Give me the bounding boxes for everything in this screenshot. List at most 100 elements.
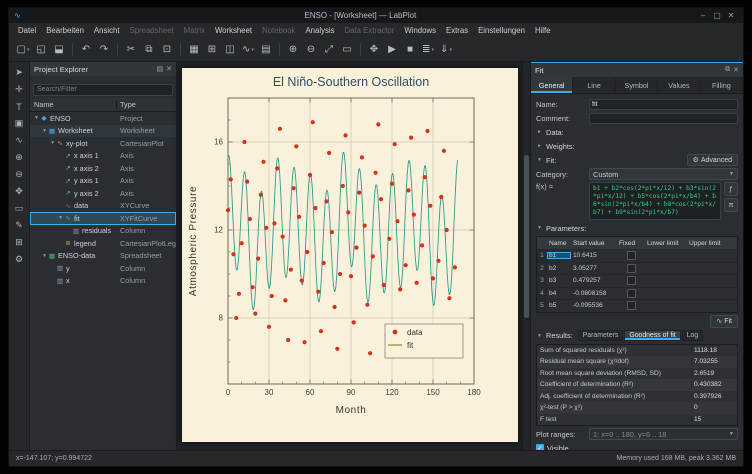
tree-item-fit[interactable]: ▾∿fitXYFitCurve (30, 212, 176, 225)
save-button[interactable]: ⬓ (50, 41, 68, 58)
tab-line[interactable]: Line (573, 77, 615, 93)
data-point[interactable] (277, 127, 281, 131)
parameter-row[interactable]: 3b30.479257 (537, 275, 737, 288)
fixed-checkbox[interactable] (627, 301, 636, 310)
parameter-row[interactable]: 5b5-0.095536 (537, 300, 737, 312)
data-point[interactable] (409, 136, 413, 140)
layout-button[interactable]: ≣▾ (419, 41, 437, 58)
menu-spreadsheet[interactable]: Spreadsheet (125, 26, 179, 35)
data-section-toggle[interactable]: ▸ Data: (536, 126, 738, 138)
insert-constant-button[interactable]: π (724, 198, 738, 212)
fixed-checkbox[interactable] (627, 276, 636, 285)
data-point[interactable] (266, 325, 270, 329)
zoom-in-button[interactable]: ⊕ (12, 151, 26, 164)
menu-hilfe[interactable]: Hilfe (530, 26, 556, 35)
expander-icon[interactable]: ▾ (41, 128, 48, 134)
fixed-checkbox[interactable] (627, 264, 636, 273)
expander-icon[interactable]: ▾ (49, 140, 56, 146)
data-point[interactable] (318, 329, 322, 333)
data-point[interactable] (395, 219, 399, 223)
add-plot-button[interactable]: ∿▾ (239, 41, 257, 58)
param-start-value-cell[interactable]: 3.05277 (571, 265, 617, 272)
data-point[interactable] (272, 221, 276, 225)
panel-menu-icon[interactable]: ▤ (157, 65, 164, 73)
panel-close-icon[interactable]: ✕ (166, 65, 172, 73)
results-section-toggle[interactable]: ▾ Results: ParametersGoodness of fitLog (536, 330, 738, 342)
data-point[interactable] (368, 351, 372, 355)
data-point[interactable] (373, 171, 377, 175)
play-button[interactable]: ▶ (383, 41, 401, 58)
data-point[interactable] (288, 268, 292, 272)
results-tab-log[interactable]: Log (682, 330, 704, 341)
comment-field[interactable] (589, 113, 738, 124)
data-point[interactable] (239, 241, 243, 245)
parameter-row[interactable]: 2b23.05277 (537, 263, 737, 276)
menu-analysis[interactable]: Analysis (300, 26, 339, 35)
data-point[interactable] (258, 193, 262, 197)
minimize-button[interactable]: – (696, 11, 710, 20)
zoom-out-button[interactable]: ⊖ (302, 41, 320, 58)
menu-worksheet[interactable]: Worksheet (210, 26, 257, 35)
add-curve-button[interactable]: ∿ (12, 134, 26, 147)
tab-values[interactable]: Values (658, 77, 700, 93)
param-start-value-cell[interactable]: -0.0808158 (571, 290, 617, 297)
data-point[interactable] (316, 290, 320, 294)
add-text-button[interactable]: T (12, 100, 26, 113)
data-point[interactable] (439, 195, 443, 199)
export-button[interactable]: ⇓▾ (437, 41, 455, 58)
data-point[interactable] (354, 246, 358, 250)
data-point[interactable] (275, 166, 279, 170)
pan-button[interactable]: ✥ (12, 185, 26, 198)
advanced-button[interactable]: ⚙ Advanced (687, 154, 738, 166)
data-point[interactable] (419, 243, 423, 247)
menu-notebook[interactable]: Notebook (257, 26, 300, 35)
tree-item-x-axis-2[interactable]: ↗x axis 2Axis (30, 162, 176, 175)
menu-matrix[interactable]: Matrix (179, 26, 210, 35)
data-point[interactable] (286, 338, 290, 342)
xy-plot-canvas[interactable]: El Niño-Southern Oscillation030609012015… (182, 68, 518, 442)
data-point[interactable] (425, 129, 429, 133)
expander-icon[interactable]: ▾ (41, 253, 48, 259)
param-name-cell[interactable]: b3 (547, 277, 571, 284)
data-point[interactable] (370, 254, 374, 258)
navigate-button[interactable]: ✥ (365, 41, 383, 58)
stop-button[interactable]: ■ (401, 41, 419, 58)
data-point[interactable] (428, 204, 432, 208)
add-image-button[interactable]: ▣ (12, 117, 26, 130)
search-input[interactable] (33, 84, 173, 96)
tree-item-x[interactable]: ▥xColumn (30, 275, 176, 288)
select-region-button[interactable]: ▭ (338, 41, 356, 58)
data-point[interactable] (403, 263, 407, 267)
worksheet-page[interactable]: El Niño-Southern Oscillation030609012015… (182, 68, 518, 442)
redo-button[interactable]: ↷ (95, 41, 113, 58)
zoom-out-button[interactable]: ⊖ (12, 168, 26, 181)
data-point[interactable] (411, 213, 415, 217)
copy-button[interactable]: ⧉ (140, 41, 158, 58)
param-fixed-cell[interactable] (617, 301, 645, 310)
expander-icon[interactable]: ▾ (33, 115, 40, 121)
results-tab-parameters[interactable]: Parameters (578, 330, 624, 341)
select-button[interactable]: ➤ (12, 66, 26, 79)
zoom-fit-button[interactable]: ⤢ (320, 41, 338, 58)
data-point[interactable] (447, 296, 451, 300)
fixed-checkbox[interactable] (627, 251, 636, 260)
tree-item-worksheet[interactable]: ▾▦WorksheetWorksheet (30, 125, 176, 138)
data-point[interactable] (348, 274, 352, 278)
worksheet-vscrollbar[interactable] (522, 62, 530, 450)
param-name-cell[interactable]: b5 (547, 302, 571, 309)
tree-item-y[interactable]: ▥yColumn (30, 262, 176, 275)
param-start-value-cell[interactable]: 0.479257 (571, 277, 617, 284)
data-point[interactable] (234, 316, 238, 320)
dock-close-icon[interactable]: ✕ (733, 66, 739, 74)
data-point[interactable] (359, 155, 363, 159)
open-button[interactable]: ◱ (32, 41, 50, 58)
scrollbar-thumb[interactable] (524, 155, 529, 318)
tab-general[interactable]: General (531, 77, 573, 93)
grid-button[interactable]: ⊞ (12, 236, 26, 249)
data-point[interactable] (357, 191, 361, 195)
data-point[interactable] (452, 265, 456, 269)
menu-ansicht[interactable]: Ansicht (89, 26, 125, 35)
titlebar[interactable]: ∿ ENSO - [Worksheet] — LabPlot – ▢ ✕ (9, 8, 743, 23)
menu-datei[interactable]: Datei (13, 26, 41, 35)
data-point[interactable] (310, 120, 314, 124)
